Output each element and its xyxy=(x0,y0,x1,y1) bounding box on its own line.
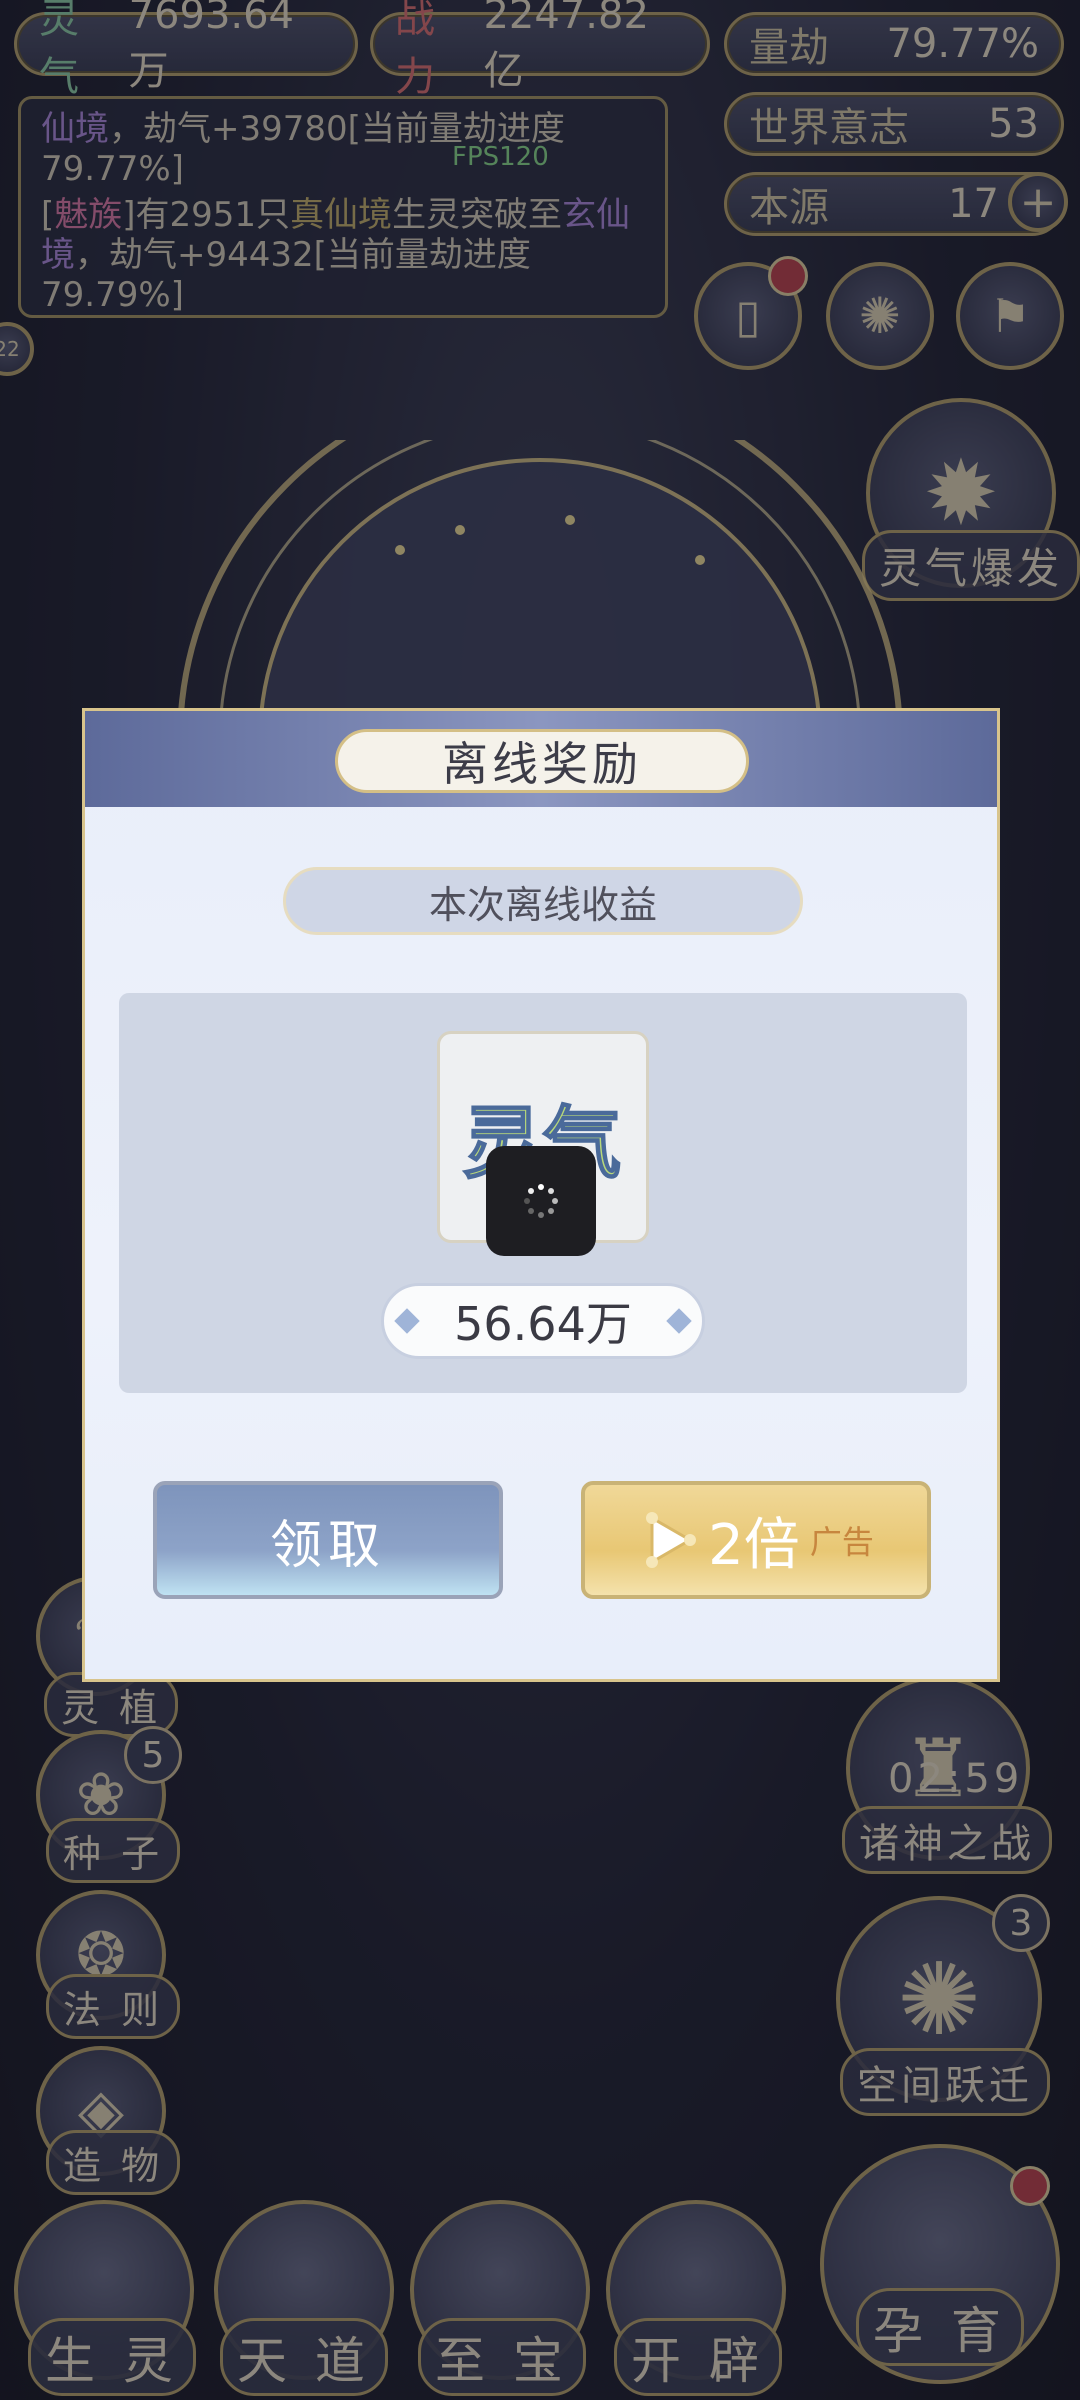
claim-button[interactable]: 领取 xyxy=(153,1481,503,1599)
diamond-icon xyxy=(394,1308,420,1334)
dialog-subtitle: 本次离线收益 xyxy=(283,867,803,935)
double-ad-button[interactable]: 2倍 广告 xyxy=(581,1481,931,1599)
video-play-icon xyxy=(646,1512,697,1568)
reward-amount-value: 56.64万 xyxy=(454,1297,632,1351)
ad-label: 广告 xyxy=(809,1523,874,1561)
spinner-icon xyxy=(524,1184,558,1218)
reward-amount: 56.64万 xyxy=(381,1283,705,1359)
diamond-icon xyxy=(666,1308,692,1334)
double-label: 2倍 xyxy=(708,1512,800,1578)
dialog-title: 离线奖励 xyxy=(335,729,749,793)
loading-spinner xyxy=(486,1146,596,1256)
